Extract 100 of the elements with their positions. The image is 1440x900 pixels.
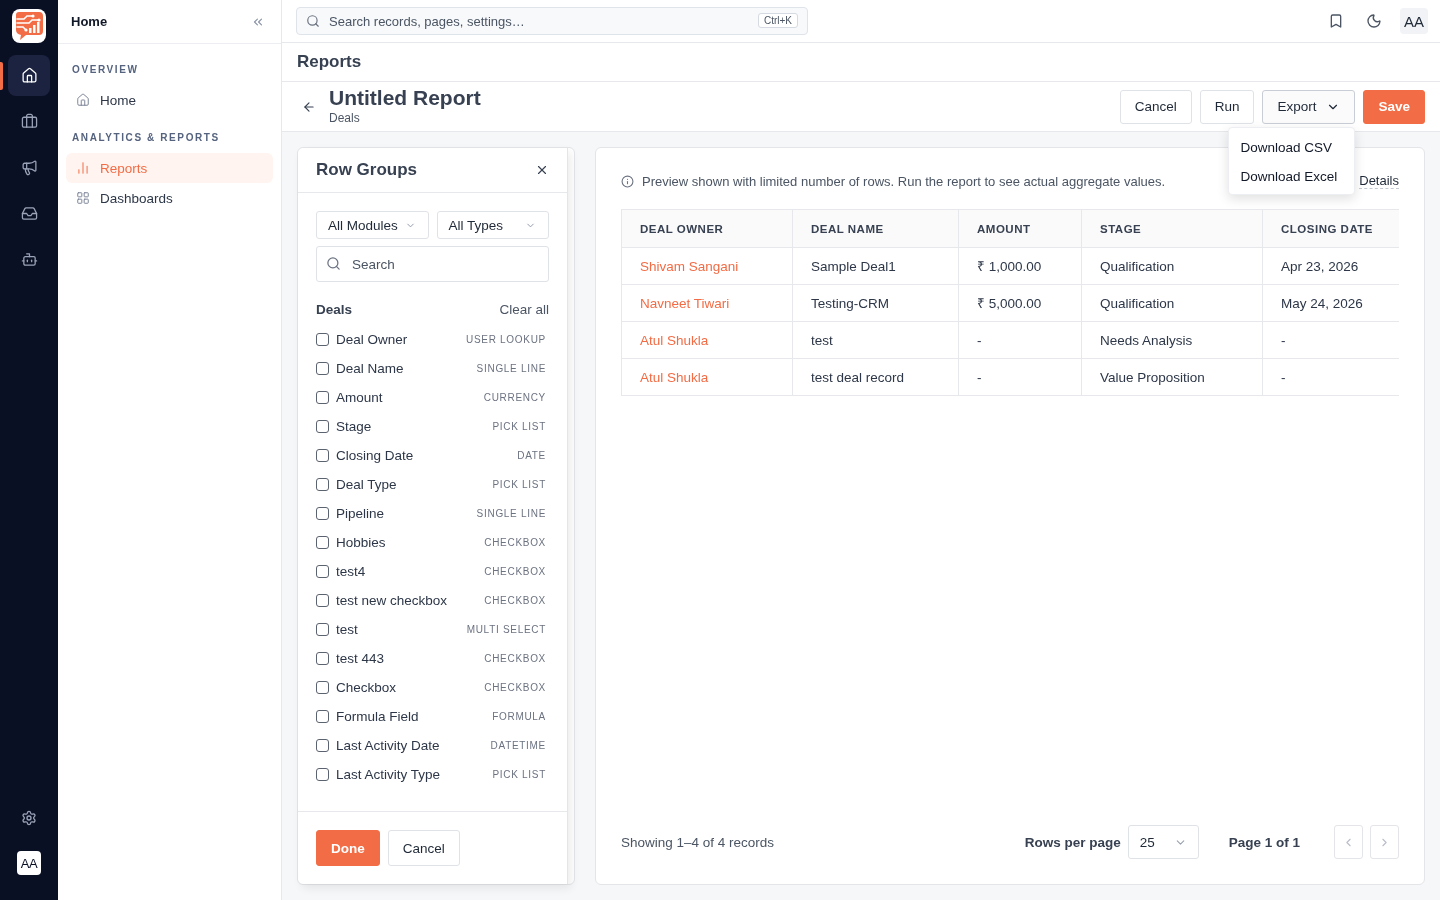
checkbox[interactable] xyxy=(316,362,329,375)
menu-item[interactable]: Download Excel xyxy=(1229,161,1355,191)
table-cell: test deal record xyxy=(792,358,959,396)
inbox-icon xyxy=(20,205,38,222)
section-heading: ANALYTICS & REPORTS xyxy=(71,132,221,144)
checkbox[interactable] xyxy=(316,507,329,520)
checkbox[interactable] xyxy=(316,536,329,549)
checkbox[interactable] xyxy=(316,768,329,781)
field-type: CHECKBOX xyxy=(484,566,546,577)
checkbox[interactable] xyxy=(316,623,329,636)
settings-icon xyxy=(21,810,37,826)
field-label: Closing Date xyxy=(336,448,414,463)
table-cell: ₹ 5,000.00 xyxy=(958,284,1082,322)
checkbox[interactable] xyxy=(316,681,329,694)
sidebar-item[interactable]: Dashboards xyxy=(66,183,273,213)
field-label: Deal Type xyxy=(336,477,397,492)
field-label: Hobbies xyxy=(336,535,386,550)
preview-notice: Preview shown with limited number of rows. Run the report to see actual aggregate values. xyxy=(642,173,1166,189)
field-type: MULTI SELECT xyxy=(466,624,546,635)
user-avatar[interactable]: AA xyxy=(1400,8,1428,34)
field-label: test xyxy=(336,622,358,637)
briefcase-icon xyxy=(20,113,38,130)
bar-chart-icon xyxy=(76,161,90,175)
checkbox[interactable] xyxy=(316,333,329,346)
filter-dropdown[interactable]: All Modules xyxy=(316,211,429,239)
field-search-input[interactable]: Search xyxy=(316,246,549,282)
table-cell: Needs Analysis xyxy=(1081,321,1263,359)
field-type: FORMULA xyxy=(492,711,546,722)
field-type: CHECKBOX xyxy=(484,653,546,664)
field-type: PICK LIST xyxy=(492,479,546,490)
column-header: DEAL OWNER xyxy=(621,209,793,248)
home-icon xyxy=(76,93,90,107)
records-summary: Showing 1–4 of 4 records xyxy=(621,834,775,850)
field-label: test new checkbox xyxy=(336,593,448,608)
checkbox[interactable] xyxy=(316,391,329,404)
table-cell: Testing-CRM xyxy=(792,284,959,322)
column-header: DEAL NAME xyxy=(792,209,959,248)
table-cell: Sample Deal1 xyxy=(792,247,959,285)
rows-per-page-label: Rows per page xyxy=(1024,834,1121,850)
checkbox[interactable] xyxy=(316,420,329,433)
table-cell: ₹ 1,000.00 xyxy=(958,247,1082,285)
grid-icon xyxy=(76,191,90,205)
field-label: Checkbox xyxy=(336,680,397,695)
shortcut-key: Ctrl+K xyxy=(757,13,798,28)
report-title: Untitled Report xyxy=(329,85,481,111)
table-cell: Value Proposition xyxy=(1081,358,1263,396)
moon-icon xyxy=(1366,13,1382,29)
field-type: PICK LIST xyxy=(492,421,546,432)
checkbox[interactable] xyxy=(316,478,329,491)
active-indicator xyxy=(0,62,3,90)
field-type: CHECKBOX xyxy=(484,595,546,606)
search-icon xyxy=(306,14,320,28)
group-name: Deals xyxy=(316,301,353,317)
checkbox[interactable] xyxy=(316,739,329,752)
user-avatar[interactable]: AA xyxy=(17,851,41,875)
menu-item[interactable]: Download CSV xyxy=(1229,132,1355,162)
rows-per-page-select[interactable]: 25 xyxy=(1127,825,1199,859)
field-type: DATETIME xyxy=(490,740,546,751)
checkbox[interactable] xyxy=(316,710,329,723)
field-type: CHECKBOX xyxy=(484,682,546,693)
field-type: PICK LIST xyxy=(492,769,546,780)
page-title: Reports xyxy=(297,52,362,72)
table-cell: test xyxy=(792,321,959,359)
clear-all-button[interactable]: Clear all xyxy=(499,301,549,317)
cancel-button[interactable]: Cancel xyxy=(387,830,460,866)
sidebar-title: Home xyxy=(71,14,108,29)
close-icon xyxy=(535,163,549,177)
field-label: test 443 xyxy=(336,651,385,666)
table-cell: - xyxy=(958,358,1082,396)
field-type: SINGLE LINE xyxy=(476,363,546,374)
field-label: Pipeline xyxy=(336,506,385,521)
checkbox[interactable] xyxy=(316,594,329,607)
field-label: Deal Name xyxy=(336,361,404,376)
megaphone-icon xyxy=(20,159,38,176)
filter-dropdown[interactable]: All Types xyxy=(436,211,549,239)
checkbox[interactable] xyxy=(316,652,329,665)
table-cell: Qualification xyxy=(1081,247,1263,285)
back-button[interactable] xyxy=(302,99,316,114)
field-label: Formula Field xyxy=(336,709,419,724)
info-icon xyxy=(621,174,634,188)
bookmark-icon xyxy=(1328,13,1344,29)
checkbox[interactable] xyxy=(316,565,329,578)
field-type: CURRENCY xyxy=(483,392,546,403)
field-type: CHECKBOX xyxy=(484,537,546,548)
search-icon xyxy=(326,256,341,271)
field-label: test4 xyxy=(336,564,366,579)
sidebar-item[interactable]: Home xyxy=(66,85,273,115)
field-label: Last Activity Date xyxy=(336,738,440,753)
robot-icon xyxy=(20,251,38,268)
panel-title: Row Groups xyxy=(316,160,418,180)
field-label: Amount xyxy=(336,390,383,405)
close-button[interactable] xyxy=(535,163,549,177)
column-header: CLOSING DATE xyxy=(1262,209,1399,248)
details-link[interactable]: Details xyxy=(1359,173,1399,189)
section-heading: OVERVIEW xyxy=(71,64,140,76)
action-button[interactable]: Run xyxy=(1199,89,1255,124)
export-button[interactable]: Export xyxy=(1262,89,1356,124)
action-button[interactable]: Cancel xyxy=(1119,89,1192,124)
checkbox[interactable] xyxy=(316,449,329,462)
field-label: Stage xyxy=(336,419,372,434)
